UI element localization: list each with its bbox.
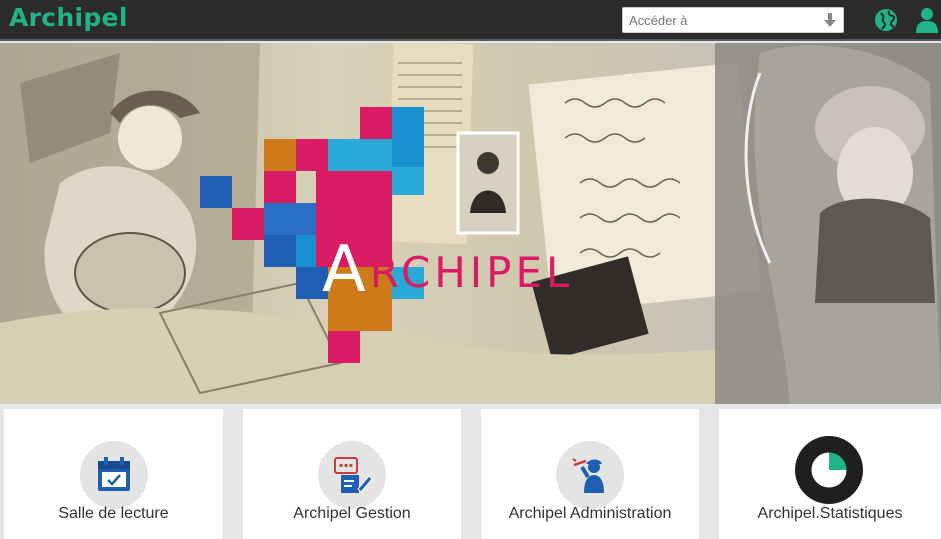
tile-icon-circle (318, 441, 386, 509)
pie-chart-icon (810, 451, 848, 489)
tile-archipel-administration[interactable]: Archipel Administration (481, 409, 699, 539)
statue-icon (572, 458, 604, 493)
app-logo[interactable]: Archipel (9, 3, 128, 32)
top-bar: Archipel (0, 0, 941, 41)
tile-icon-circle (79, 441, 148, 509)
user-icon[interactable] (915, 7, 939, 33)
tile-icon-circle (556, 441, 624, 509)
archive-collage-image (0, 43, 941, 404)
tile-label: Archipel.Statistiques (757, 505, 903, 522)
tile-label: Salle de lecture (58, 505, 169, 522)
calendar-icon (97, 457, 130, 491)
chat-edit-icon (334, 457, 372, 493)
tile-label: Archipel Gestion (293, 505, 411, 522)
tile-icon-circle (795, 436, 863, 504)
archipel-logo-text: ARCHIPEL (322, 233, 574, 307)
tile-archipel-gestion[interactable]: Archipel Gestion (243, 409, 461, 539)
search-input[interactable] (622, 7, 844, 33)
tile-label: Archipel Administration (508, 505, 672, 522)
globe-icon[interactable] (874, 8, 898, 32)
tile-salle-de-lecture[interactable]: Salle de lecture (4, 409, 223, 539)
hero-banner: ARCHIPEL (0, 43, 941, 404)
arrow-down-icon[interactable] (823, 12, 837, 28)
